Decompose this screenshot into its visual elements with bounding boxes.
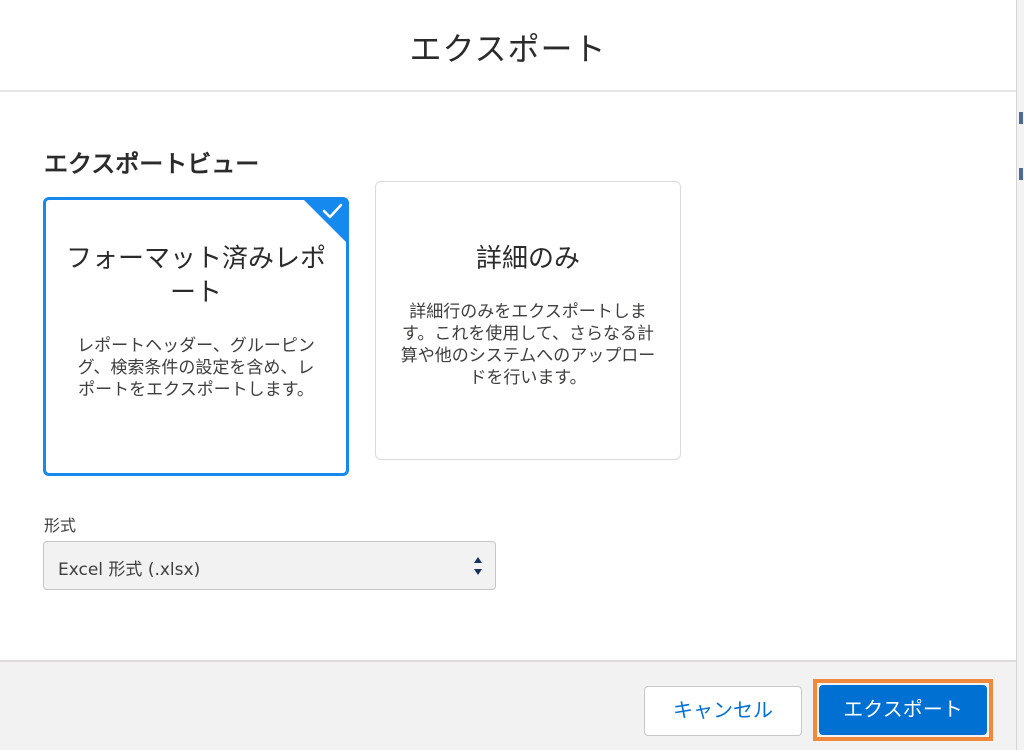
cancel-button[interactable]: キャンセル — [644, 686, 802, 736]
option-description: 詳細行のみをエクスポートします。これを使用して、さらなる計算や他のシステムへのア… — [400, 302, 656, 388]
option-description: レポートヘッダー、グルーピング、検索条件の設定を含め、レポートをエクスポートしま… — [77, 336, 315, 400]
format-select[interactable]: Excel 形式 (.xlsx) — [43, 541, 496, 590]
option-title: フォーマット済みレポート — [65, 244, 326, 308]
format-select-value: Excel 形式 (.xlsx) — [58, 560, 201, 580]
format-label: 形式 — [44, 516, 77, 535]
background-marker — [1019, 112, 1023, 124]
dialog-footer: キャンセル エクスポート — [0, 660, 1016, 750]
select-arrows-icon — [474, 557, 482, 575]
option-title: 詳細のみ — [475, 244, 580, 274]
dialog-header: エクスポート — [0, 0, 1016, 92]
export-dialog: エクスポート エクスポートビュー フォーマット済みレポート レポートヘッダー、グ… — [0, 0, 1016, 750]
option-card-details-only[interactable]: 詳細のみ 詳細行のみをエクスポートします。これを使用して、さらなる計算や他のシス… — [375, 181, 681, 460]
option-card-formatted-report[interactable]: フォーマット済みレポート レポートヘッダー、グルーピング、検索条件の設定を含め、… — [43, 197, 349, 476]
export-button[interactable]: エクスポート — [819, 685, 987, 735]
dialog-title: エクスポート — [409, 30, 607, 68]
export-view-heading: エクスポートビュー — [44, 150, 260, 178]
background-marker — [1019, 168, 1023, 180]
checkmark-icon — [322, 203, 343, 219]
